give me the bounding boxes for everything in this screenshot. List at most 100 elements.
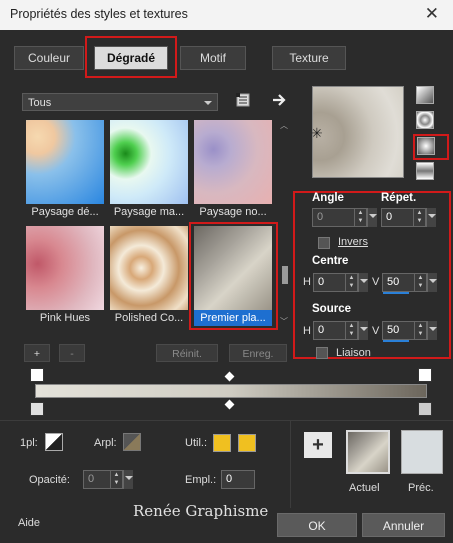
tab-texture[interactable]: Texture (272, 46, 346, 70)
source-v-dropdown[interactable] (427, 321, 437, 340)
category-dropdown[interactable]: Tous (22, 93, 218, 111)
source-v-slider[interactable] (383, 340, 409, 342)
rectangular-gradient-type-icon[interactable] (416, 111, 434, 129)
gradient-thumb-3[interactable]: Paysage no... (194, 120, 272, 220)
background-plane-icon[interactable] (123, 433, 141, 451)
angle-input[interactable]: 0 ▲ ▼ (312, 208, 367, 227)
chevron-down-icon (428, 214, 436, 218)
list-view-icon[interactable] (235, 92, 251, 108)
opacity-value: 0 (88, 473, 95, 485)
reset-button[interactable]: Réinit. (156, 344, 218, 362)
center-h-spinner[interactable]: ▲ ▼ (345, 274, 357, 291)
current-swatch[interactable] (346, 430, 390, 474)
repeat-value: 0 (386, 211, 393, 223)
invert-label: Invers (338, 236, 368, 248)
color-midpoint[interactable] (224, 399, 235, 410)
gradient-thumb-2[interactable]: Paysage ma... (110, 120, 188, 220)
scroll-down-icon[interactable]: ﹀ (280, 316, 288, 327)
opacity-spinner[interactable]: ▲ ▼ (110, 471, 122, 488)
link-label: Liaison (336, 347, 371, 359)
category-value: Tous (28, 97, 52, 109)
center-h-dropdown[interactable] (358, 273, 368, 292)
center-v-spinner[interactable]: ▲ ▼ (414, 274, 426, 291)
angle-spinner[interactable]: ▲ ▼ (354, 209, 366, 226)
center-v-slider[interactable] (383, 292, 409, 294)
close-icon[interactable]: ✕ (425, 4, 439, 24)
angle-dropdown[interactable] (367, 208, 377, 227)
repeat-label: Répet. (381, 192, 417, 204)
source-h-label: H (303, 325, 311, 337)
sunburst-gradient-type-icon[interactable] (416, 162, 434, 180)
source-h-spinner[interactable]: ▲ ▼ (345, 322, 357, 339)
empl-value: 0 (226, 473, 233, 485)
chevron-down-icon (125, 476, 133, 480)
link-checkbox[interactable] (316, 347, 328, 359)
gradient-thumb-4[interactable]: Pink Hues (26, 226, 104, 326)
source-v-spinner[interactable]: ▲ ▼ (414, 322, 426, 339)
divider (290, 420, 291, 508)
invert-checkbox[interactable] (318, 237, 330, 249)
angle-label: Angle (312, 192, 344, 204)
add-swatch-button[interactable]: + (304, 432, 332, 458)
crosshair-icon[interactable]: ✳ (311, 125, 323, 142)
tab-highlight-box (85, 36, 177, 78)
opacity-input[interactable]: 0 ▲ ▼ (83, 470, 123, 489)
center-v-dropdown[interactable] (427, 273, 437, 292)
gradient-label: Paysage ma... (113, 206, 185, 218)
save-button[interactable]: Enreg. (229, 344, 287, 362)
opacity-midpoint[interactable] (224, 371, 235, 382)
help-link[interactable]: Aide (18, 517, 40, 529)
empl-label: Empl.: (185, 474, 217, 486)
util-swatch-2[interactable] (238, 434, 256, 452)
source-v-value: 50 (387, 324, 400, 336)
tab-motif[interactable]: Motif (180, 46, 246, 70)
center-h-label: H (303, 276, 311, 288)
util-swatch-1[interactable] (213, 434, 231, 452)
chevron-down-icon (360, 279, 368, 283)
center-v-input[interactable]: 50 ▲ ▼ (382, 273, 427, 292)
gradient-preview-large[interactable]: ✳ (311, 86, 404, 178)
scroll-up-icon[interactable]: ︿ (280, 120, 288, 131)
first-plane-icon[interactable] (45, 433, 63, 451)
cancel-button[interactable]: Annuler (362, 513, 445, 537)
window-title: Propriétés des styles et textures (10, 7, 188, 21)
source-h-input[interactable]: 0 ▲ ▼ (313, 321, 358, 340)
remove-gradient-button[interactable]: - (59, 344, 85, 362)
ok-button[interactable]: OK (277, 513, 357, 537)
gradient-preview (194, 120, 272, 204)
add-gradient-button[interactable]: + (24, 344, 50, 362)
gradient-thumb-1[interactable]: Paysage dé... (26, 120, 104, 220)
previous-label: Préc. (408, 482, 434, 494)
center-h-input[interactable]: 0 ▲ ▼ (313, 273, 358, 292)
gradient-thumb-5[interactable]: Polished Co... (110, 226, 188, 326)
current-label: Actuel (349, 482, 380, 494)
chevron-down-icon (429, 327, 437, 331)
scrollbar-thumb[interactable] (282, 266, 288, 284)
tab-couleur[interactable]: Couleur (14, 46, 84, 70)
repeat-dropdown[interactable] (426, 208, 436, 227)
source-v-input[interactable]: 50 ▲ ▼ (382, 321, 427, 340)
linear-gradient-type-icon[interactable] (416, 86, 434, 104)
repeat-spinner[interactable]: ▲ ▼ (413, 209, 425, 226)
thumbnail-scrollbar[interactable]: ︿ ﹀ (280, 120, 290, 330)
opacity-stop-start[interactable] (30, 368, 44, 382)
empl-input[interactable]: 0 (221, 470, 255, 489)
gradient-preview (110, 120, 188, 204)
color-stop-start[interactable] (30, 402, 44, 416)
opacity-dropdown[interactable] (123, 470, 133, 489)
arrow-right-icon[interactable] (270, 91, 288, 109)
gradient-label: Paysage no... (199, 206, 267, 218)
gradient-editor-bar[interactable] (35, 384, 427, 398)
source-h-dropdown[interactable] (358, 321, 368, 340)
gradient-preview (110, 226, 188, 310)
center-h-value: 0 (318, 276, 325, 288)
previous-swatch[interactable] (401, 430, 443, 474)
repeat-input[interactable]: 0 ▲ ▼ (381, 208, 426, 227)
chevron-down-icon (429, 279, 437, 283)
gradient-label: Polished Co... (114, 312, 184, 324)
util-label: Util.: (185, 437, 207, 449)
angle-value: 0 (317, 211, 324, 223)
gradient-preview (26, 226, 104, 310)
color-stop-end[interactable] (418, 402, 432, 416)
opacity-stop-end[interactable] (418, 368, 432, 382)
